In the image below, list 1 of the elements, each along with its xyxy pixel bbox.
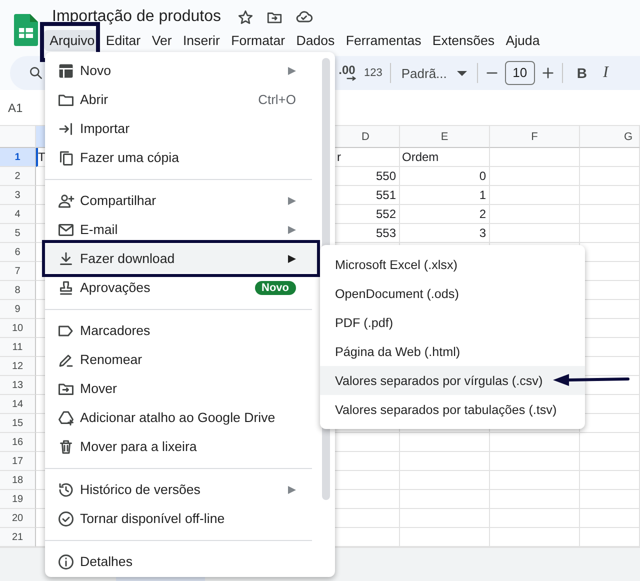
new-badge: Novo <box>254 280 296 294</box>
